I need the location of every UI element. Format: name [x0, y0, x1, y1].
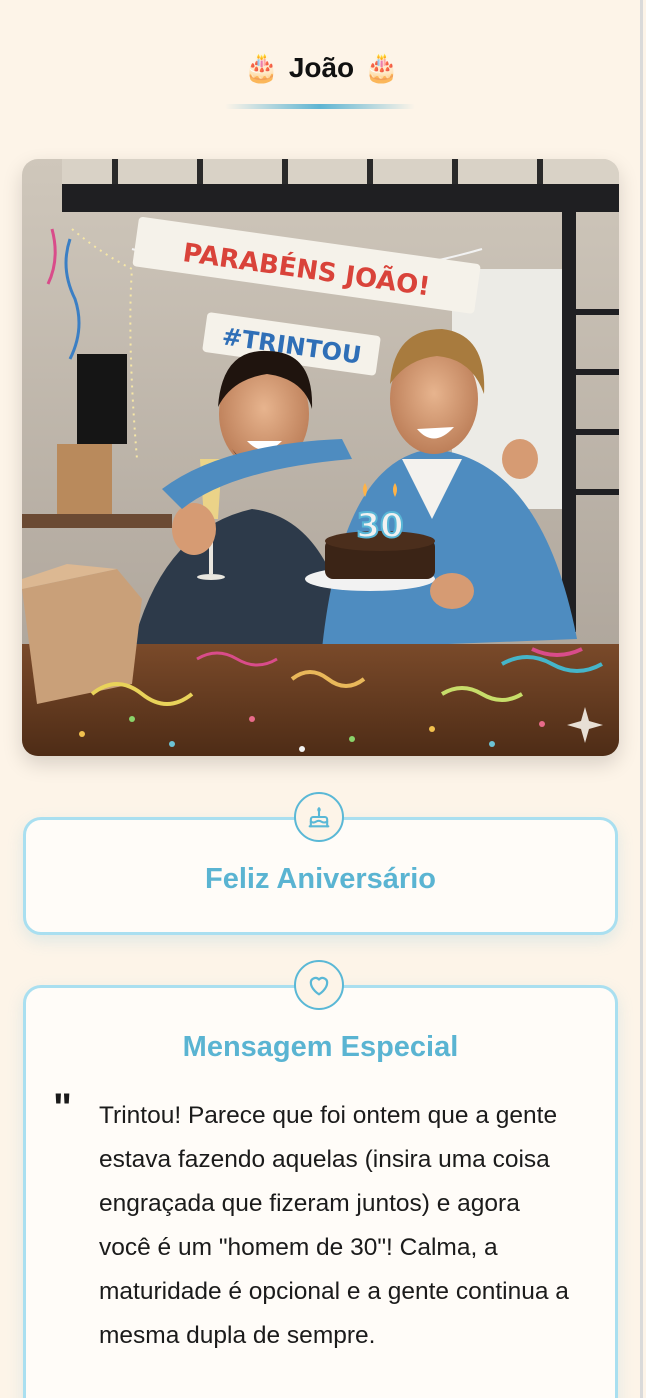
page-title: 🎂 João 🎂: [0, 46, 643, 90]
greeting-title: Feliz Aniversário: [204, 863, 436, 895]
message-text: Trintou! Parece que foi ontem que a gent…: [99, 1102, 569, 1349]
title-name: João: [288, 52, 355, 83]
scrollbar-track[interactable]: [640, 0, 643, 1398]
title-underline: [225, 104, 415, 109]
birthday-photo: PARABÉNS JOÃO! #TRINTOU 30: [22, 159, 619, 756]
cake-emoji-right-icon: 🎂: [364, 52, 400, 83]
message-title: Mensagem Especial: [182, 1031, 459, 1063]
cake-emoji-left-icon: 🎂: [243, 52, 279, 83]
quote-mark-icon: ": [53, 1086, 72, 1130]
heart-icon: [294, 960, 344, 1010]
message-card: Mensagem Especial " Trintou! Parece que …: [23, 985, 618, 1398]
page: 🎂 João 🎂 PARABÉNS JOÃO! #TRINTOU 30 Feli…: [0, 0, 643, 1398]
cake-icon: [294, 792, 344, 842]
cake-candle-number: 30: [356, 506, 403, 546]
